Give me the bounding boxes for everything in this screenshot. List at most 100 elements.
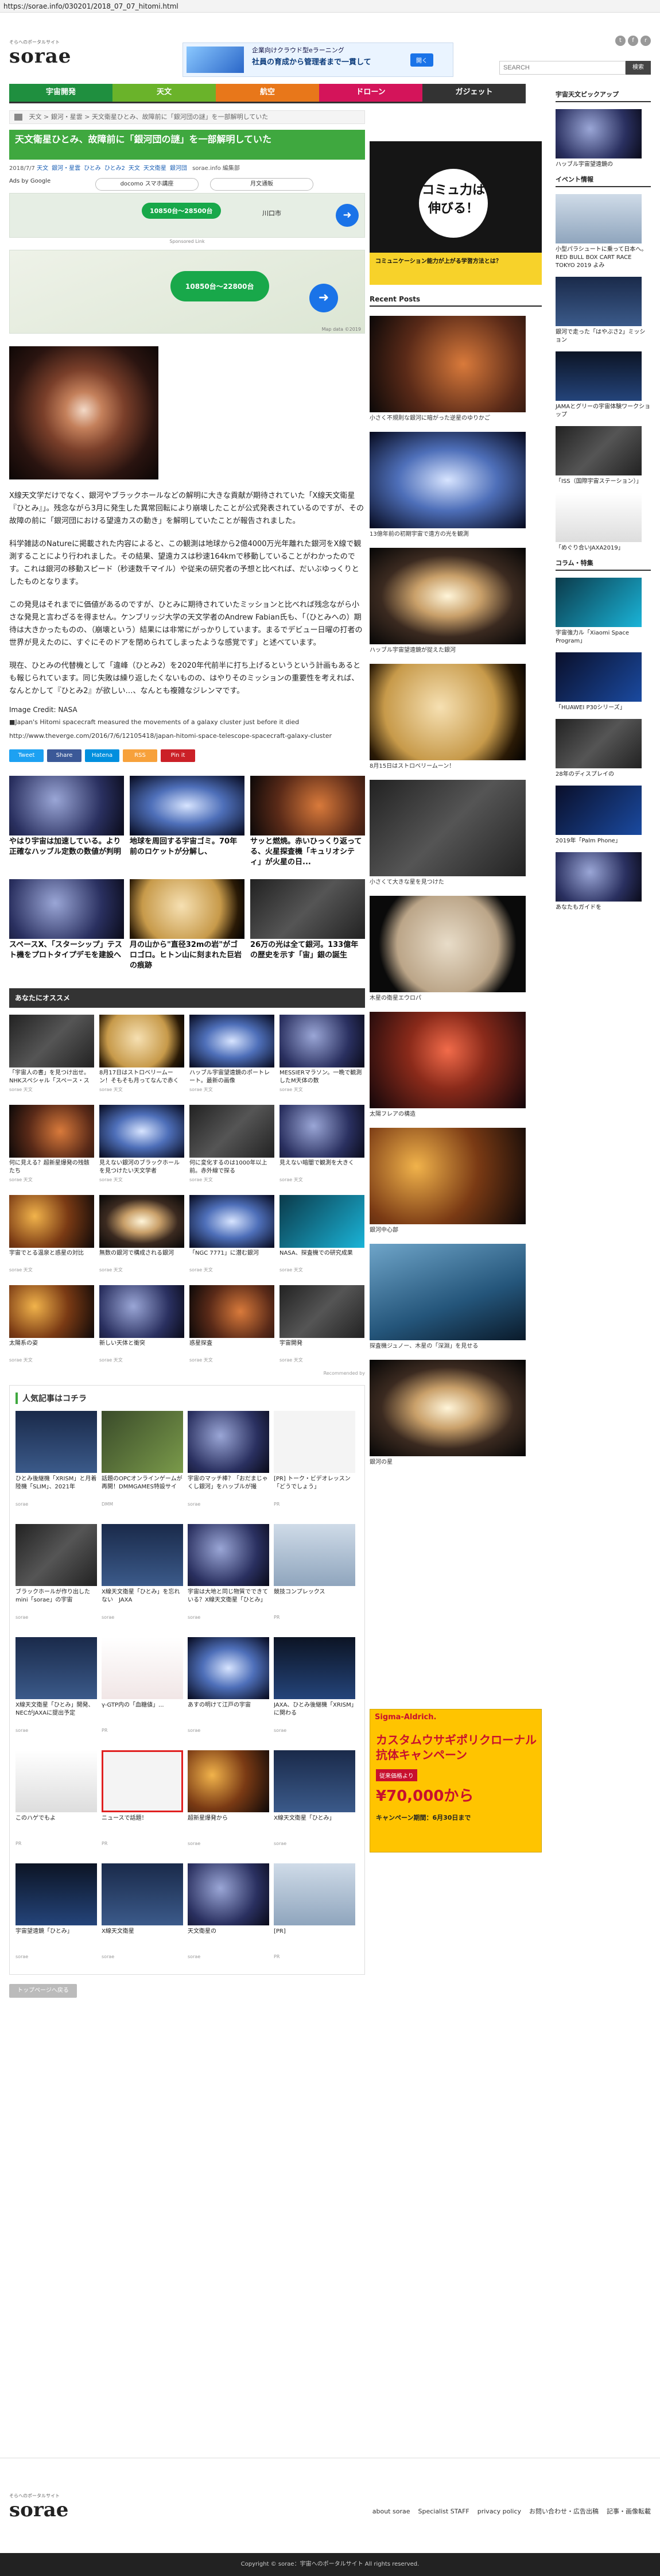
popular-thumbnail[interactable] xyxy=(102,1750,183,1812)
recent-thumbnail[interactable] xyxy=(370,1244,526,1340)
related-item[interactable]: 26万の光は全て銀河。133億年の歴史を示す「宙」銀の誕生 xyxy=(250,879,365,977)
columns-thumbnail[interactable] xyxy=(556,786,642,835)
recommend-item[interactable]: 太陽系の姿 sorae 天文 xyxy=(9,1285,94,1368)
columns-thumbnail[interactable] xyxy=(556,719,642,768)
recommend-thumbnail[interactable] xyxy=(189,1105,274,1158)
sigma-ad[interactable]: Sigma-Aldrich. カスタムウサギポリクローナル抗体キャンペーン 従来… xyxy=(370,1709,542,1852)
columns-caption[interactable]: 宇宙強力ル「Xiaomi Space Program」 xyxy=(556,629,651,645)
recent-caption[interactable]: 小さく不規則な銀河に暗がった逆星のゆりかご xyxy=(370,415,542,423)
popular-thumbnail[interactable] xyxy=(188,1863,269,1925)
columns-thumbnail[interactable] xyxy=(556,852,642,902)
popular-thumbnail[interactable] xyxy=(15,1411,97,1473)
recent-caption[interactable]: 13億年前の初期宇宙で遠方の光を観測 xyxy=(370,531,542,539)
footer-link[interactable]: 記事・画像転載 xyxy=(607,2508,651,2515)
popular-caption[interactable]: 宇宙は大地と同じ物質でできている？X線天文衛星「ひとみ」 xyxy=(188,1588,269,1612)
popular-caption[interactable]: ひとみ後継機「XRISM」と月着陸機「SLIM」、2021年 xyxy=(15,1475,97,1499)
recommend-item[interactable]: NASA、探査機での研究成果 sorae 天文 xyxy=(279,1195,364,1278)
popular-thumbnail[interactable] xyxy=(15,1750,97,1812)
popular-thumbnail[interactable] xyxy=(274,1411,355,1473)
popular-item[interactable]: X線天文衛星「ひとみ」 sorae xyxy=(274,1750,355,1856)
tag-link[interactable]: 天文 xyxy=(129,165,140,172)
recommend-item[interactable]: 見えない暗闇で観測を大きく sorae 天文 xyxy=(279,1105,364,1188)
popular-thumbnail[interactable] xyxy=(102,1524,183,1586)
related-thumbnail[interactable] xyxy=(9,879,124,939)
popular-caption[interactable]: ニュースで話題！ xyxy=(102,1815,183,1839)
recommend-item[interactable]: 無数の銀河で構成される銀河 sorae 天文 xyxy=(99,1195,184,1278)
recommend-thumbnail[interactable] xyxy=(279,1195,364,1248)
popular-item[interactable]: ブラックホールが作り出したmini「sorae」の宇宙 sorae xyxy=(15,1524,97,1630)
events-thumbnail[interactable] xyxy=(556,493,642,542)
columns-caption[interactable]: 28年のディスプレイの xyxy=(556,771,651,779)
events-caption[interactable]: 銀河で走った「はやぶさ2」ミッション xyxy=(556,328,651,345)
popular-thumbnail[interactable] xyxy=(188,1750,269,1812)
recommend-thumbnail[interactable] xyxy=(99,1105,184,1158)
related-item[interactable]: スペースX、「スターシップ」テスト機をプロトタイプデモを建設へ xyxy=(9,879,124,977)
popular-thumbnail[interactable] xyxy=(188,1411,269,1473)
pickup-item[interactable]: ハッブル宇宙望遠鏡の xyxy=(556,109,651,169)
recommend-thumbnail[interactable] xyxy=(99,1015,184,1067)
recent-post[interactable]: 銀河の星 xyxy=(370,1360,542,1467)
recommend-item[interactable]: 「NGC 7771」に潜む銀河 sorae 天文 xyxy=(189,1195,274,1278)
recommend-thumbnail[interactable] xyxy=(9,1195,94,1248)
popular-thumbnail[interactable] xyxy=(274,1637,355,1699)
popular-thumbnail[interactable] xyxy=(15,1637,97,1699)
events-thumbnail[interactable] xyxy=(556,426,642,475)
directions-icon[interactable]: ➜ xyxy=(309,284,338,312)
recent-caption[interactable]: 太陽フレアの構造 xyxy=(370,1111,542,1119)
popular-item[interactable]: あすの明けて江戸の宇宙 sorae xyxy=(188,1637,269,1743)
comic-ad[interactable]: コミュ力は伸びる！ コミュニケーション能力が上がる学習方法とは？ xyxy=(370,141,542,285)
recommend-caption[interactable]: 見えない銀河のブラックホールを見つけたい天文学者 xyxy=(99,1159,184,1175)
popular-item[interactable]: γ-GTP内の「血糖値」... PR xyxy=(102,1637,183,1743)
source-link[interactable]: http://www.theverge.com/2016/7/6/1210541… xyxy=(9,731,365,741)
footer-link[interactable]: お問い合わせ・広告出稿 xyxy=(529,2508,599,2515)
pickup-thumbnail[interactable] xyxy=(556,109,642,158)
recommend-item[interactable]: ハッブル宇宙望遠鏡のポートレート。最新の画像 sorae 天文 xyxy=(189,1015,274,1098)
events-thumbnail[interactable] xyxy=(556,351,642,401)
recommend-thumbnail[interactable] xyxy=(9,1285,94,1338)
popular-thumbnail[interactable] xyxy=(274,1750,355,1812)
popular-thumbnail[interactable] xyxy=(188,1637,269,1699)
back-to-top-button[interactable]: トップページへ戻る xyxy=(9,1984,77,1998)
popular-caption[interactable]: 超新星爆発から xyxy=(188,1815,269,1839)
recent-thumbnail[interactable] xyxy=(370,316,526,412)
events-caption[interactable]: 「ISS（国際宇宙ステーション）」 xyxy=(556,478,651,486)
popular-item[interactable]: ひとみ後継機「XRISM」と月着陸機「SLIM」、2021年 sorae xyxy=(15,1411,97,1517)
recommend-item[interactable]: 宇宙開発 sorae 天文 xyxy=(279,1285,364,1368)
popular-caption[interactable]: 話題のOPCオンラインゲームが再開！DMMGAMES特設サイ xyxy=(102,1475,183,1499)
map-price-pin[interactable]: 10850台～22800台 xyxy=(170,271,269,301)
recommend-caption[interactable]: 無数の銀河で構成される銀河 xyxy=(99,1250,184,1266)
events-item[interactable]: 銀河で走った「はやぶさ2」ミッション xyxy=(556,277,651,345)
events-caption[interactable]: 「めぐり合いJAXA2019」 xyxy=(556,544,651,552)
related-caption[interactable]: 地球を周回する宇宙ゴミ。70年前のロケットが分解し、 xyxy=(130,837,244,869)
breadcrumb-item-2[interactable]: 銀河・星雲 xyxy=(51,113,83,121)
popular-item[interactable]: 超新星爆発から sorae xyxy=(188,1750,269,1856)
popular-caption[interactable]: X線天文衛星「ひとみ」 xyxy=(274,1815,355,1839)
recommend-caption[interactable]: 宇宙でとる温泉と惑星の対比 xyxy=(9,1250,94,1266)
recommend-item[interactable]: 見えない銀河のブラックホールを見つけたい天文学者 sorae 天文 xyxy=(99,1105,184,1188)
related-thumbnail[interactable] xyxy=(9,776,124,836)
recent-caption[interactable]: 木星の衛星エウロパ xyxy=(370,995,542,1003)
recent-thumbnail[interactable] xyxy=(370,1128,526,1224)
recommend-caption[interactable]: NASA、探査機での研究成果 xyxy=(279,1250,364,1266)
share-button[interactable]: Hatena xyxy=(85,749,119,762)
popular-item[interactable]: X線天文衛星「ひとみ」を忘れない JAXA sorae xyxy=(102,1524,183,1630)
events-item[interactable]: 「めぐり合いJAXA2019」 xyxy=(556,493,651,552)
columns-item[interactable]: 宇宙強力ル「Xiaomi Space Program」 xyxy=(556,578,651,645)
columns-caption[interactable]: あなたもガイドを xyxy=(556,904,651,912)
popular-thumbnail[interactable] xyxy=(274,1524,355,1586)
popular-caption[interactable]: あすの明けて江戸の宇宙 xyxy=(188,1701,269,1726)
share-button[interactable]: RSS xyxy=(123,749,157,762)
popular-caption[interactable]: JAXA、ひとみ後継機「XRISM」に関わる xyxy=(274,1701,355,1726)
recommend-caption[interactable]: 8月17日はストロベリームーン！そもそも月ってなんで赤く xyxy=(99,1069,184,1085)
popular-thumbnail[interactable] xyxy=(102,1863,183,1925)
popular-caption[interactable]: 宇宙望遠鏡「ひとみ」 xyxy=(15,1928,97,1952)
recommend-item[interactable]: 惑星探査 sorae 天文 xyxy=(189,1285,274,1368)
recommend-item[interactable]: 8月17日はストロベリームーン！そもそも月ってなんで赤く sorae 天文 xyxy=(99,1015,184,1098)
popular-item[interactable]: ニュースで話題！ PR xyxy=(102,1750,183,1856)
related-caption[interactable]: サッと燃焼。赤いひっくり返ってる、火星探査機「キュリオシティ」が火星の日... xyxy=(250,837,365,869)
recommend-caption[interactable]: ハッブル宇宙望遠鏡のポートレート。最新の画像 xyxy=(189,1069,274,1085)
author-label[interactable]: sorae.info 編集部 xyxy=(192,165,240,172)
related-caption[interactable]: 月の山から"直径32mの岩"がゴロゴロ。ヒトン山に刻まれた巨岩の痕跡 xyxy=(130,940,244,972)
recent-post[interactable]: 太陽フレアの構造 xyxy=(370,1012,542,1119)
related-caption[interactable]: スペースX、「スターシップ」テスト機をプロトタイプデモを建設へ xyxy=(9,940,124,972)
